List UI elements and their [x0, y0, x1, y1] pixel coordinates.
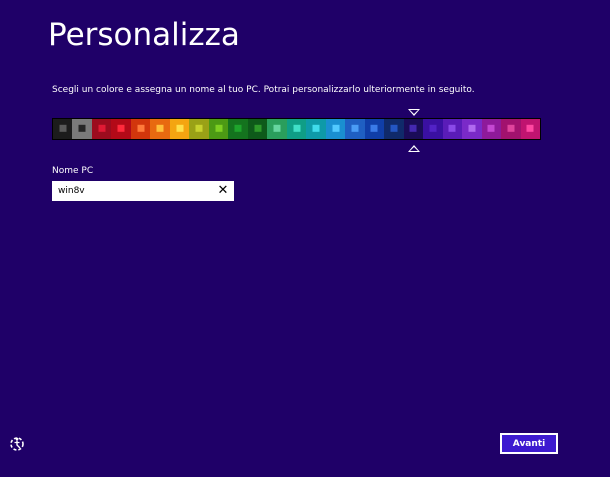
color-swatch-chip	[487, 124, 495, 132]
color-swatch-chip	[137, 124, 145, 132]
color-swatch-chip	[117, 124, 125, 132]
color-swatch[interactable]	[325, 119, 346, 139]
color-swatch[interactable]	[247, 119, 268, 139]
color-swatch-chip	[370, 124, 378, 132]
color-swatch-chip	[176, 124, 184, 132]
color-swatch[interactable]	[481, 119, 502, 139]
clear-text-icon[interactable]: ✕	[216, 183, 230, 199]
color-swatch-chip	[351, 124, 359, 132]
color-swatch-chip	[312, 124, 320, 132]
color-swatch[interactable]	[364, 119, 385, 139]
color-swatch-chip	[409, 124, 417, 132]
color-swatch-chip	[215, 124, 223, 132]
color-swatch-chip	[332, 124, 340, 132]
color-swatch[interactable]	[520, 119, 541, 139]
color-swatch[interactable]	[267, 119, 287, 139]
personalize-screen: Personalizza Scegli un colore e assegna …	[0, 0, 610, 477]
next-button[interactable]: Avanti	[500, 433, 558, 454]
color-swatch[interactable]	[130, 119, 151, 139]
color-swatch[interactable]	[169, 119, 190, 139]
color-swatch[interactable]	[384, 119, 404, 139]
color-swatch[interactable]	[423, 119, 443, 139]
color-swatch-chip	[195, 124, 203, 132]
color-swatch[interactable]	[462, 119, 482, 139]
color-swatch[interactable]	[111, 119, 131, 139]
color-swatch[interactable]	[286, 119, 307, 139]
color-swatch[interactable]	[72, 119, 92, 139]
color-swatch-chip	[254, 124, 262, 132]
color-swatch-chip	[59, 124, 67, 132]
pc-name-input[interactable]	[52, 181, 212, 201]
color-swatch-chip	[273, 124, 281, 132]
selected-color-top-marker-icon	[408, 109, 420, 116]
color-swatch[interactable]	[91, 119, 112, 139]
color-swatch-chip	[156, 124, 164, 132]
color-palette-slider[interactable]	[52, 118, 541, 140]
color-swatch-chip	[468, 124, 476, 132]
color-swatch-chip	[390, 124, 398, 132]
color-swatch[interactable]	[345, 119, 365, 139]
page-title: Personalizza	[48, 17, 240, 53]
selected-color-bottom-marker-icon	[408, 145, 420, 152]
color-swatch-chip	[98, 124, 106, 132]
color-swatch[interactable]	[53, 119, 73, 139]
color-swatch[interactable]	[403, 119, 424, 139]
color-swatch[interactable]	[208, 119, 229, 139]
color-swatch-chip	[293, 124, 301, 132]
color-swatch[interactable]	[228, 119, 248, 139]
pc-name-field-container: ✕	[52, 181, 234, 201]
color-swatch-chip	[448, 124, 456, 132]
color-swatch-chip	[429, 124, 437, 132]
color-swatch-chip	[526, 124, 534, 132]
page-subtitle: Scegli un colore e assegna un nome al tu…	[52, 85, 475, 95]
color-swatch-chip	[234, 124, 242, 132]
color-swatch[interactable]	[442, 119, 463, 139]
color-swatch-chip	[78, 124, 86, 132]
pc-name-label: Nome PC	[52, 166, 94, 176]
color-swatch[interactable]	[150, 119, 170, 139]
color-swatch[interactable]	[501, 119, 521, 139]
ease-of-access-icon[interactable]	[8, 435, 26, 453]
color-swatch-chip	[507, 124, 515, 132]
color-swatch[interactable]	[189, 119, 209, 139]
color-swatch[interactable]	[306, 119, 326, 139]
